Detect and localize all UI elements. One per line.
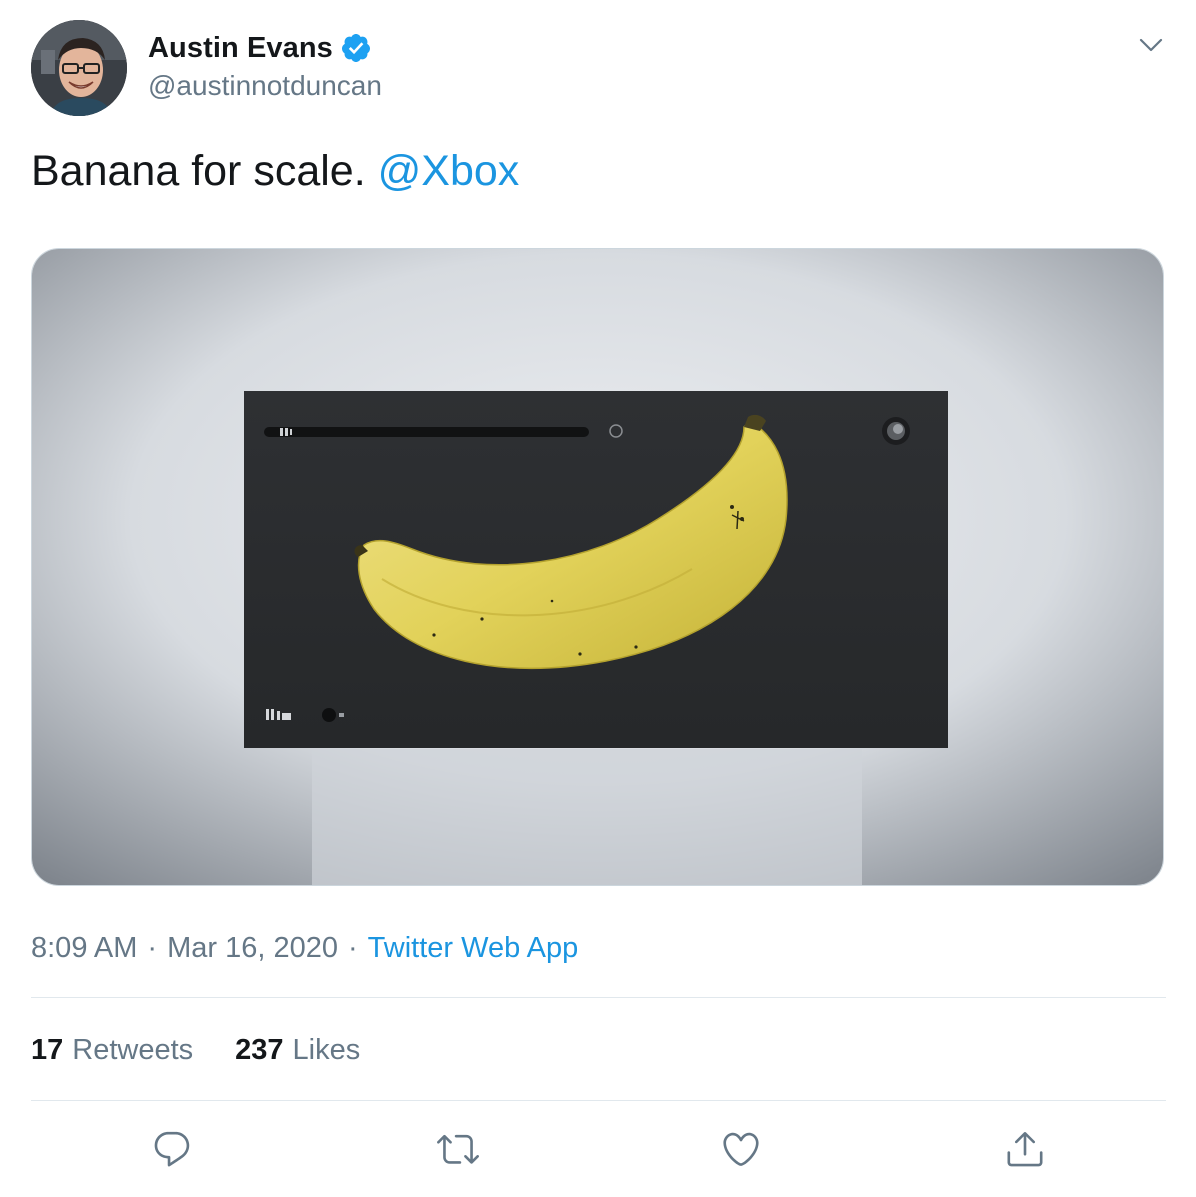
likes-stat[interactable]: 237 Likes [235, 1030, 360, 1070]
tweet-time[interactable]: 8:09 AM [31, 932, 137, 964]
divider [31, 997, 1166, 998]
tweet-photo[interactable] [31, 248, 1164, 886]
tweet-card: Austin Evans @austinnotduncan Banana for… [0, 0, 1196, 1197]
meta-separator-2: · [347, 932, 358, 964]
tweet-stats: 17 Retweets 237 Likes [31, 1030, 360, 1070]
retweet-icon[interactable] [437, 1128, 479, 1170]
retweets-stat[interactable]: 17 Retweets [31, 1030, 193, 1070]
heart-icon[interactable] [720, 1128, 762, 1170]
retweets-count: 17 [31, 1034, 64, 1066]
tweet-text: Banana for scale. @Xbox [31, 145, 519, 197]
tweet-body: Banana for scale. [31, 147, 366, 195]
reply-icon[interactable] [151, 1128, 193, 1170]
retweets-label: Retweets [72, 1034, 194, 1066]
verified-badge-icon [340, 32, 372, 64]
divider-2 [31, 1100, 1166, 1101]
likes-count: 237 [235, 1034, 284, 1066]
meta-separator: · [147, 932, 158, 964]
tweet-meta: 8:09 AM · Mar 16, 2020 · Twitter Web App [31, 928, 578, 968]
author-name-row[interactable]: Austin Evans [148, 28, 372, 68]
share-icon[interactable] [1004, 1128, 1046, 1170]
mention-link[interactable]: @Xbox [378, 147, 520, 195]
author-display-name[interactable]: Austin Evans [148, 32, 333, 65]
avatar[interactable] [31, 20, 127, 116]
chevron-down-icon[interactable] [1138, 32, 1164, 58]
tweet-source-link[interactable]: Twitter Web App [368, 932, 579, 964]
likes-label: Likes [292, 1034, 361, 1066]
author-handle[interactable]: @austinnotduncan [148, 70, 382, 102]
tweet-date[interactable]: Mar 16, 2020 [167, 932, 338, 964]
